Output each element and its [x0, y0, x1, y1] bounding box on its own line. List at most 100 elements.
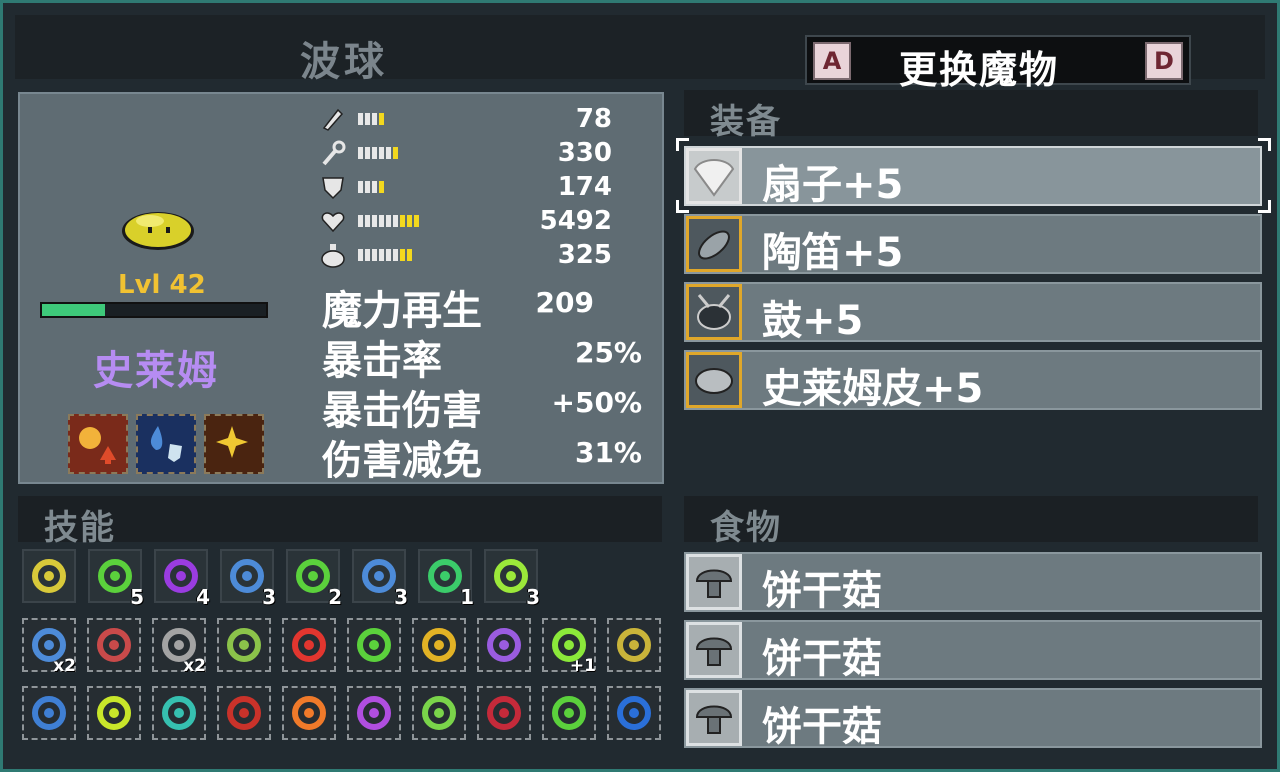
- stat-pip: [358, 113, 363, 125]
- equipment-label: 史莱姆皮+5: [762, 366, 984, 412]
- skill-level: 1: [460, 585, 474, 609]
- gold-heart-icon[interactable]: [607, 618, 661, 672]
- target-icon[interactable]: 5: [88, 549, 144, 609]
- slime-icon[interactable]: [217, 618, 271, 672]
- skill-level: x2: [183, 656, 206, 676]
- stat-row-attack: 78: [320, 104, 620, 134]
- equipment-slot-ocarina[interactable]: 陶笛+5: [684, 214, 1262, 276]
- stat-pips: [358, 113, 384, 125]
- red-mask-icon[interactable]: [477, 686, 531, 740]
- key-d-icon[interactable]: D: [1145, 42, 1183, 80]
- skills-header: 技能: [18, 496, 662, 548]
- stat-pip: [365, 147, 370, 159]
- stat-pip-bonus: [400, 249, 405, 261]
- water-drop-icon[interactable]: x2: [22, 618, 76, 676]
- claw-icon[interactable]: 4: [154, 549, 210, 609]
- skill-level: x2: [53, 656, 76, 676]
- equipment-slot-drum[interactable]: 鼓+5: [684, 282, 1262, 344]
- stat-pip-bonus: [400, 215, 405, 227]
- food-slot[interactable]: 饼干菇: [684, 688, 1262, 750]
- slime-sprite-icon: [122, 212, 194, 250]
- stat-pip: [358, 215, 363, 227]
- stat-pip: [372, 249, 377, 261]
- water-orb-icon[interactable]: 3: [220, 549, 276, 609]
- stat-damage-reduction: 伤害减免 31%: [322, 428, 642, 484]
- poison-icon[interactable]: 1: [418, 549, 474, 609]
- stat-label: 伤害减免: [322, 438, 482, 484]
- fan-icon: [686, 148, 742, 204]
- selection-corner: [676, 200, 689, 213]
- equipment-title: 装备: [710, 102, 782, 142]
- ring-plus-icon[interactable]: +1: [542, 618, 596, 676]
- crown-ring-icon[interactable]: [87, 686, 141, 740]
- key-a-icon[interactable]: A: [813, 42, 851, 80]
- green-dots-icon[interactable]: [542, 686, 596, 740]
- equipment-label: 鼓+5: [762, 298, 864, 344]
- food-slot[interactable]: 饼干菇: [684, 552, 1262, 614]
- change-monster-label[interactable]: 更换魔物: [899, 39, 1059, 94]
- skill-level: 5: [130, 585, 144, 609]
- trait-sparkle-icon[interactable]: [204, 414, 264, 474]
- stat-pip: [386, 249, 391, 261]
- potion-bottles-icon[interactable]: [217, 686, 271, 740]
- stat-value: 209: [535, 286, 594, 319]
- stat-pips: [358, 147, 398, 159]
- stat-pip-bonus: [393, 147, 398, 159]
- food-label: 饼干菇: [762, 636, 882, 682]
- stat-pip: [393, 249, 398, 261]
- xp-bar-fill: [42, 304, 105, 316]
- change-monster-bar[interactable]: A 更换魔物 D: [805, 35, 1191, 92]
- mushroom-icon: [686, 690, 742, 746]
- skill-level: 3: [526, 585, 540, 609]
- trait-fire-up-icon[interactable]: [68, 414, 128, 474]
- stone-icon[interactable]: x2: [152, 618, 206, 676]
- purple-sword-icon[interactable]: [477, 618, 531, 672]
- equipment-slot-slime-hide[interactable]: 史莱姆皮+5: [684, 350, 1262, 412]
- stat-pip: [358, 147, 363, 159]
- stat-pip: [379, 215, 384, 227]
- stat-pip: [358, 249, 363, 261]
- skill-level: 3: [262, 585, 276, 609]
- monster-level: Lvl 42: [118, 270, 206, 300]
- green-cluster-icon[interactable]: [412, 686, 466, 740]
- selection-corner: [1258, 200, 1271, 213]
- stat-pip: [365, 249, 370, 261]
- burst-icon[interactable]: [22, 549, 76, 603]
- title-bar: 波球 A 更换魔物 D: [15, 15, 1265, 92]
- food-slot[interactable]: 饼干菇: [684, 620, 1262, 682]
- blue-ring-icon[interactable]: [607, 686, 661, 740]
- equipment-label: 扇子+5: [762, 162, 904, 208]
- mana-potion-icon: [321, 244, 345, 268]
- rain-icon[interactable]: 2: [286, 549, 342, 609]
- stat-value: 325: [557, 240, 612, 270]
- purple-heart-icon[interactable]: [347, 686, 401, 740]
- xp-bar: [40, 302, 268, 318]
- trait-water-shield-icon[interactable]: [136, 414, 196, 474]
- mushroom-icon: [686, 622, 742, 678]
- stat-pip: [379, 249, 384, 261]
- stat-pip: [393, 215, 398, 227]
- blue-arrows-icon[interactable]: [22, 686, 76, 740]
- stat-pip-bonus: [407, 249, 412, 261]
- stat-value: 25%: [574, 336, 642, 369]
- heart-leaf-icon[interactable]: [347, 618, 401, 672]
- fire-orb-icon[interactable]: [282, 686, 336, 740]
- stat-pip: [379, 147, 384, 159]
- eye-ring-icon[interactable]: [152, 686, 206, 740]
- wave-icon[interactable]: 3: [484, 549, 540, 609]
- stat-pips: [358, 249, 412, 261]
- mushroom-icon: [686, 554, 742, 610]
- stat-pip: [372, 113, 377, 125]
- equipment-label: 陶笛+5: [762, 230, 904, 276]
- stat-mana-regen: 魔力再生 209: [322, 278, 642, 334]
- meat-icon[interactable]: [87, 618, 141, 672]
- selection-corner: [1258, 138, 1271, 151]
- hearts-icon[interactable]: [282, 618, 336, 672]
- slime-hide-icon: [686, 352, 742, 408]
- water-splash-icon[interactable]: 3: [352, 549, 408, 609]
- stat-row-mana: 325: [320, 240, 620, 270]
- gold-shield-icon[interactable]: [412, 618, 466, 672]
- stat-pip: [386, 215, 391, 227]
- equipment-slot-fan[interactable]: 扇子+5: [684, 146, 1262, 208]
- stat-pip-bonus: [379, 113, 384, 125]
